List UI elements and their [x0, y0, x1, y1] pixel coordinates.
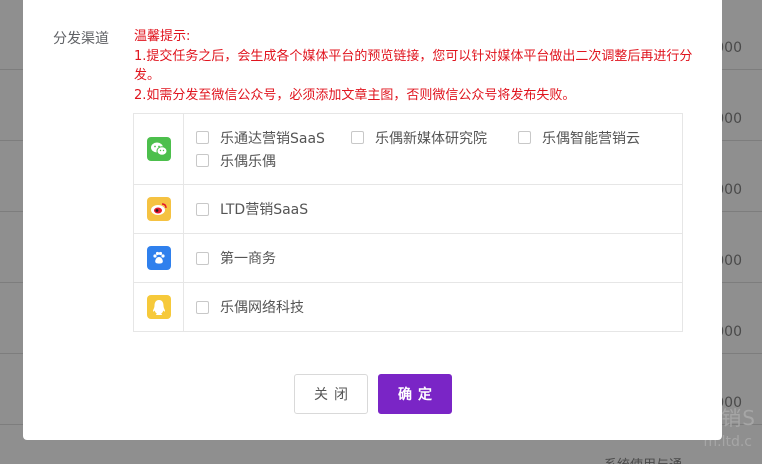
- checkbox-box[interactable]: [196, 131, 209, 144]
- channel-options: 乐通达营销SaaS 乐偶新媒体研究院 乐偶智能营销云 乐偶乐偶: [184, 114, 682, 184]
- channel-icon-cell: [134, 114, 184, 184]
- weibo-icon: [146, 197, 171, 221]
- account-checkbox[interactable]: 乐偶智能营销云: [518, 126, 640, 149]
- account-label: 第一商务: [220, 251, 276, 267]
- checkbox-box[interactable]: [518, 131, 531, 144]
- channel-options: 第一商务: [184, 234, 682, 282]
- account-label: 乐偶新媒体研究院: [375, 130, 487, 147]
- qq-icon: [146, 295, 171, 319]
- checkbox-box[interactable]: [196, 300, 209, 314]
- channel-options: 乐偶网络科技: [184, 283, 682, 331]
- channel-row-wechat: 乐通达营销SaaS 乐偶新媒体研究院 乐偶智能营销云 乐偶乐偶: [134, 114, 682, 185]
- checkbox-box[interactable]: [196, 202, 209, 216]
- account-label: LTD营销SaaS: [220, 202, 309, 218]
- tips-line-1: 1.提交任务之后，会生成各个媒体平台的预览链接，您可以针对媒体平台做出二次调整后…: [134, 48, 693, 84]
- channel-row-qq: 乐偶网络科技: [134, 283, 682, 331]
- tips-block: 温馨提示: 1.提交任务之后，会生成各个媒体平台的预览链接，您可以针对媒体平台做…: [134, 27, 704, 105]
- account-checkbox[interactable]: 乐偶乐偶: [196, 149, 276, 172]
- channel-row-baidu: 第一商务: [134, 234, 682, 283]
- account-checkbox[interactable]: 第一商务: [196, 247, 276, 270]
- field-label-channels: 分发渠道: [53, 31, 109, 47]
- channel-row-weibo: LTD营销SaaS: [134, 185, 682, 234]
- background-bottom-text: 系统使用与通: [604, 454, 682, 464]
- account-checkbox[interactable]: 乐偶新媒体研究院: [351, 126, 494, 149]
- account-checkbox[interactable]: 乐通达营销SaaS: [196, 126, 327, 149]
- channel-table: 乐通达营销SaaS 乐偶新媒体研究院 乐偶智能营销云 乐偶乐偶 LTD营销Saa…: [133, 113, 683, 332]
- close-button[interactable]: 关闭: [294, 374, 368, 414]
- wechat-icon: [146, 137, 171, 161]
- checkbox-box[interactable]: [196, 154, 209, 167]
- checkbox-box[interactable]: [196, 251, 209, 265]
- account-label: 乐偶乐偶: [220, 153, 276, 170]
- account-checkbox[interactable]: 乐偶网络科技: [196, 296, 304, 319]
- channel-icon-cell: [134, 283, 184, 331]
- account-label: 乐偶网络科技: [220, 300, 304, 316]
- account-label: 乐偶智能营销云: [542, 130, 640, 147]
- account-checkbox[interactable]: LTD营销SaaS: [196, 198, 308, 221]
- checkbox-box[interactable]: [351, 131, 364, 144]
- tips-line-2: 2.如需分发至微信公众号，必须添加文章主图，否则微信公众号将发布失败。: [134, 87, 576, 103]
- channel-icon-cell: [134, 185, 184, 233]
- channel-icon-cell: [134, 234, 184, 282]
- distribution-dialog: 分发渠道 温馨提示: 1.提交任务之后，会生成各个媒体平台的预览链接，您可以针对…: [23, 0, 722, 440]
- channel-options: LTD营销SaaS: [184, 185, 682, 233]
- tips-title: 温馨提示:: [134, 29, 191, 44]
- confirm-button[interactable]: 确定: [378, 374, 452, 414]
- baidu-paw-icon: [146, 246, 171, 270]
- account-label: 乐通达营销SaaS: [220, 130, 325, 147]
